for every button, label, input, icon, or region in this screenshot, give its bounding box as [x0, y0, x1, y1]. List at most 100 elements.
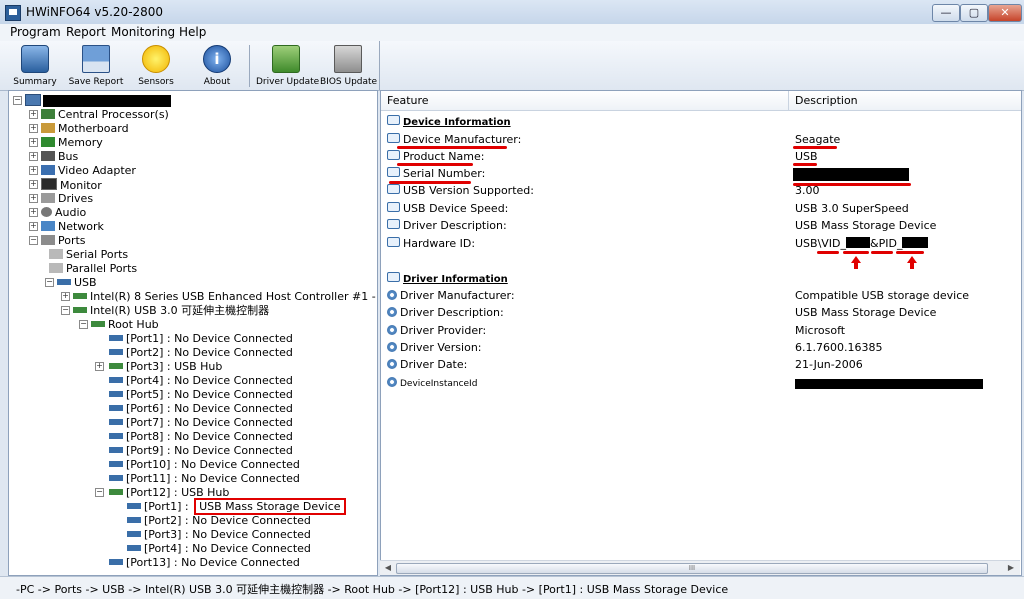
tree-video-adapter[interactable]: + Video Adapter — [29, 164, 136, 177]
property-row[interactable]: Driver Description: — [387, 218, 507, 234]
tree-controller-2[interactable]: − Intel(R) USB 3.0 可延伸主機控制器 — [61, 304, 269, 317]
tree-root-hub[interactable]: − Root Hub — [79, 318, 159, 331]
close-button[interactable]: ✕ — [988, 4, 1022, 22]
tree-sub-port2[interactable]: [Port2] : No Device Connected — [127, 514, 311, 527]
tree-audio[interactable]: + Audio — [29, 206, 86, 219]
bios-update-button[interactable]: BIOS Update — [320, 43, 376, 89]
gear-icon — [387, 359, 397, 369]
tree-port2[interactable]: [Port2] : No Device Connected — [109, 346, 293, 359]
collapse-icon[interactable]: − — [29, 236, 38, 245]
property-row[interactable]: Hardware ID: — [387, 236, 475, 252]
expand-icon[interactable]: + — [29, 180, 38, 189]
save-report-button[interactable]: Save Report — [68, 43, 124, 89]
tree-usb[interactable]: − USB — [45, 276, 97, 289]
property-row[interactable]: Driver Version: — [387, 340, 482, 356]
expand-icon[interactable]: + — [29, 194, 38, 203]
scroll-thumb[interactable]: III — [396, 563, 988, 574]
driver-update-button[interactable]: Driver Update — [256, 43, 316, 89]
collapse-icon[interactable]: − — [79, 320, 88, 329]
menu-program[interactable]: Program — [10, 25, 61, 39]
menu-monitoring[interactable]: Monitoring — [111, 25, 175, 39]
usb-prop-icon — [387, 133, 400, 143]
property-row[interactable]: DeviceInstanceId — [387, 375, 477, 391]
tree-port5[interactable]: [Port5] : No Device Connected — [109, 388, 293, 401]
usb-section-icon — [387, 272, 400, 282]
expand-icon[interactable]: + — [29, 152, 38, 161]
tree-port13[interactable]: [Port13] : No Device Connected — [109, 556, 300, 569]
tree-motherboard[interactable]: + Motherboard — [29, 122, 129, 135]
usb-hub-icon — [109, 363, 123, 369]
property-row[interactable]: Driver Provider: — [387, 323, 486, 339]
expand-icon[interactable]: + — [29, 222, 38, 231]
tree-label: [Port1] : No Device Connected — [126, 332, 293, 345]
property-value: 21-Jun-2006 — [795, 357, 863, 373]
expand-icon[interactable]: + — [29, 138, 38, 147]
tree-label: Serial Ports — [66, 248, 128, 261]
collapse-icon[interactable]: − — [45, 278, 54, 287]
feature-column-header[interactable]: Feature — [381, 91, 789, 111]
expand-icon[interactable]: + — [29, 124, 38, 133]
ports-icon — [41, 235, 55, 245]
description-column-header[interactable]: Description — [789, 91, 1021, 111]
tree-label: [Port6] : No Device Connected — [126, 402, 293, 415]
menu-help[interactable]: Help — [179, 25, 206, 39]
expand-icon[interactable]: + — [29, 166, 38, 175]
about-button[interactable]: i About — [196, 43, 238, 89]
collapse-icon[interactable]: − — [13, 96, 22, 105]
tree-port11[interactable]: [Port11] : No Device Connected — [109, 472, 300, 485]
tree-sub-port3[interactable]: [Port3] : No Device Connected — [127, 528, 311, 541]
expand-icon[interactable]: + — [29, 208, 38, 217]
tree-network[interactable]: + Network — [29, 220, 104, 233]
tree-label: Network — [58, 220, 104, 233]
expand-icon[interactable]: + — [95, 362, 104, 371]
tree-port7[interactable]: [Port7] : No Device Connected — [109, 416, 293, 429]
tree-label: Intel(R) 8 Series USB Enhanced Host Cont… — [90, 290, 376, 303]
tree-drives[interactable]: + Drives — [29, 192, 93, 205]
details-panel[interactable]: Feature Description Device Information D… — [380, 90, 1022, 576]
tree-serial-ports[interactable]: Serial Ports — [49, 248, 128, 261]
usb-section-icon — [387, 115, 400, 125]
tree-label: Parallel Ports — [66, 262, 137, 275]
collapse-icon[interactable]: − — [61, 306, 70, 315]
usb-port-icon — [109, 349, 123, 355]
expand-icon[interactable]: + — [61, 292, 70, 301]
summary-button[interactable]: Summary — [12, 43, 58, 89]
monitor-icon — [41, 178, 57, 190]
scroll-left-button[interactable]: ◀ — [381, 562, 395, 574]
tree-port10[interactable]: [Port10] : No Device Connected — [109, 458, 300, 471]
minimize-button[interactable]: — — [932, 4, 960, 22]
property-row[interactable]: Serial Number: — [387, 166, 485, 182]
gear-icon — [387, 307, 397, 317]
maximize-button[interactable]: ▢ — [960, 4, 988, 22]
tree-port4[interactable]: [Port4] : No Device Connected — [109, 374, 293, 387]
property-row[interactable]: USB Version Supported: — [387, 183, 534, 199]
scroll-right-button[interactable]: ▶ — [1004, 562, 1018, 574]
expand-icon[interactable]: + — [29, 110, 38, 119]
tree-bus[interactable]: + Bus — [29, 150, 78, 163]
tree-port9[interactable]: [Port9] : No Device Connected — [109, 444, 293, 457]
tree-monitor[interactable]: + Monitor — [29, 178, 102, 191]
tree-central-processor[interactable]: + Central Processor(s) — [29, 108, 169, 121]
tree-label: [Port9] : No Device Connected — [126, 444, 293, 457]
tree-port1[interactable]: [Port1] : No Device Connected — [109, 332, 293, 345]
tree-parallel-ports[interactable]: Parallel Ports — [49, 262, 137, 275]
toolbar-separator — [249, 45, 250, 87]
property-row[interactable]: Driver Date: — [387, 357, 467, 373]
tree-sub-port4[interactable]: [Port4] : No Device Connected — [127, 542, 311, 555]
device-tree[interactable]: − + Central Processor(s) + Motherboard +… — [8, 90, 378, 576]
horizontal-scrollbar[interactable]: ◀ III ▶ — [380, 560, 1020, 575]
tree-port8[interactable]: [Port8] : No Device Connected — [109, 430, 293, 443]
tree-ports[interactable]: − Ports — [29, 234, 86, 247]
collapse-icon[interactable]: − — [95, 488, 104, 497]
tree-port3[interactable]: + [Port3] : USB Hub — [95, 360, 222, 373]
property-row[interactable]: USB Device Speed: — [387, 201, 508, 217]
tree-memory[interactable]: + Memory — [29, 136, 103, 149]
tree-port6[interactable]: [Port6] : No Device Connected — [109, 402, 293, 415]
tree-sub-port1[interactable]: [Port1] : USB Mass Storage Device — [127, 500, 346, 513]
tree-label: Drives — [58, 192, 93, 205]
sensors-button[interactable]: Sensors — [134, 43, 178, 89]
menu-report[interactable]: Report — [66, 25, 106, 39]
property-row[interactable]: Driver Manufacturer: — [387, 288, 515, 304]
property-row[interactable]: Driver Description: — [387, 305, 504, 321]
tree-controller-1[interactable]: + Intel(R) 8 Series USB Enhanced Host Co… — [61, 290, 378, 303]
